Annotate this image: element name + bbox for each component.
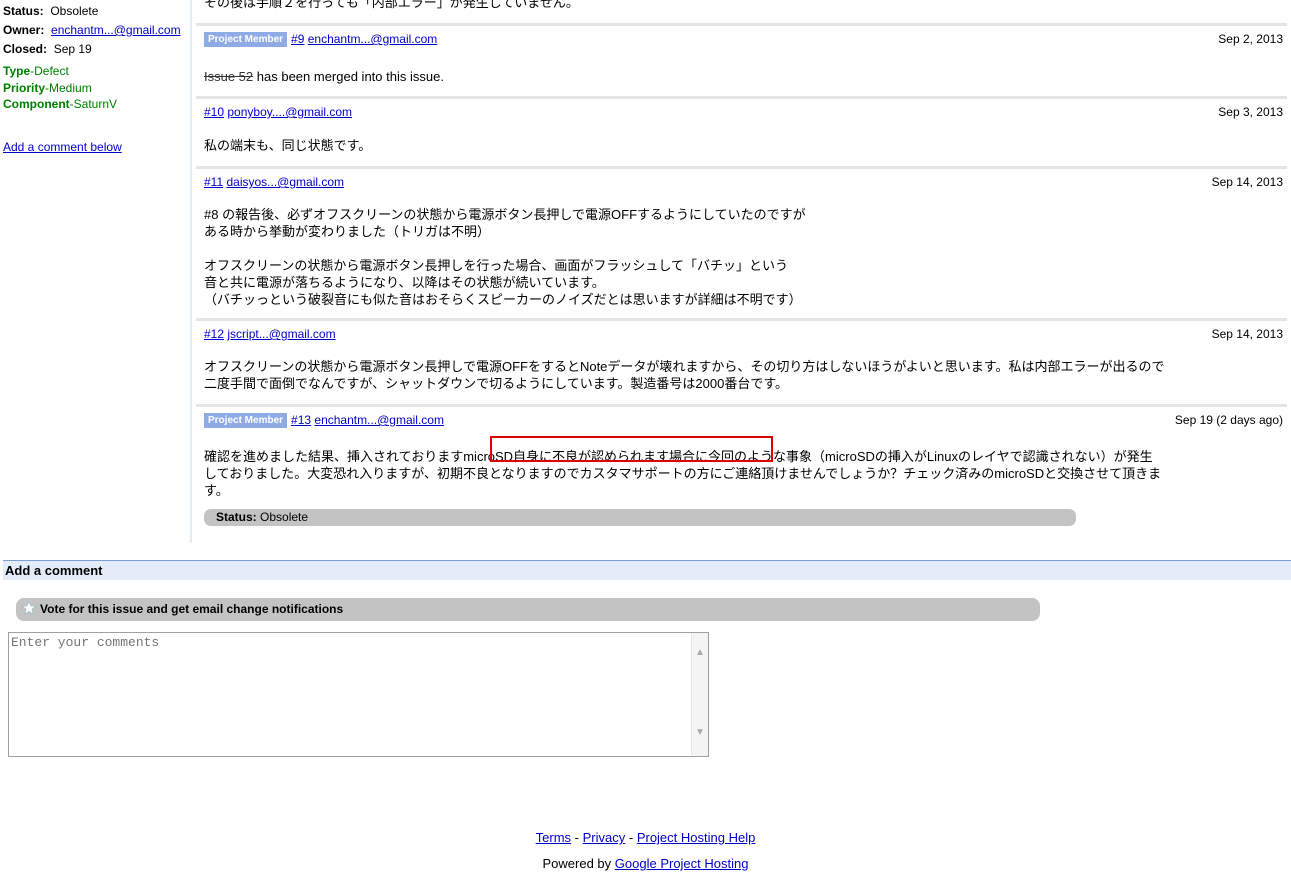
google-project-hosting-link[interactable]: Google Project Hosting bbox=[615, 856, 749, 871]
comment-header: Project Member #13 enchantm...@gmail.com bbox=[204, 413, 444, 428]
comment-date: Sep 14, 2013 bbox=[1211, 327, 1283, 341]
star-icon[interactable] bbox=[21, 600, 37, 615]
comment-header: #12 jscript...@gmail.com bbox=[204, 327, 336, 341]
footer-separator: - bbox=[571, 830, 583, 845]
comment-10: #10 ponyboy....@gmail.com Sep 3, 2013 私の… bbox=[196, 96, 1287, 166]
comment-textarea-box[interactable]: ▲ ▼ bbox=[8, 632, 709, 757]
comment-body: Issue 52 has been merged into this issue… bbox=[204, 68, 444, 85]
vote-bar[interactable]: Vote for this issue and get email change… bbox=[16, 598, 1040, 621]
comment-number-link[interactable]: #12 bbox=[204, 327, 224, 341]
comment-date: Sep 2, 2013 bbox=[1218, 32, 1283, 46]
powered-by-text: Powered by bbox=[542, 856, 615, 871]
priority-label-row[interactable]: Priority-Medium bbox=[3, 80, 92, 96]
comment-blank-line bbox=[204, 240, 806, 257]
footer-separator: - bbox=[625, 830, 637, 845]
comment-date: Sep 19 (2 days ago) bbox=[1174, 413, 1283, 427]
comment-author-link[interactable]: jscript...@gmail.com bbox=[227, 327, 335, 341]
comment-line: 二度手間で面倒でなんですが、シャットダウンで切るようにしています。製造番号は20… bbox=[204, 376, 789, 391]
comment-body: オフスクリーンの状態から電源ボタン長押しで電源OFFをするとNoteデータが壊れ… bbox=[204, 358, 1164, 392]
type-label: Type bbox=[3, 64, 31, 78]
component-value: -SaturnV bbox=[69, 97, 118, 111]
comment-header: #10 ponyboy....@gmail.com bbox=[204, 105, 352, 119]
issue-sidebar: Status: Obsolete Owner: enchantm...@gmai… bbox=[0, 0, 192, 543]
add-comment-header: Add a comment bbox=[3, 560, 1291, 580]
owner-link[interactable]: enchantm...@gmail.com bbox=[51, 23, 181, 37]
scroll-down-icon[interactable]: ▼ bbox=[695, 727, 705, 738]
status-label: Status: bbox=[3, 4, 44, 18]
merged-issue-link[interactable]: Issue 52 bbox=[204, 69, 253, 84]
comment-12: #12 jscript...@gmail.com Sep 14, 2013 オフ… bbox=[196, 318, 1287, 404]
comment-line: #8 の報告後、必ずオフスクリーンの状態から電源ボタン長押しで電源OFFするよう… bbox=[204, 207, 806, 222]
vote-label: Vote for this issue and get email change… bbox=[40, 602, 344, 616]
component-label: Component bbox=[3, 97, 70, 111]
comment-author-link[interactable]: ponyboy....@gmail.com bbox=[227, 105, 352, 119]
owner-label: Owner: bbox=[3, 23, 45, 37]
closed-row: Closed: Sep 19 bbox=[3, 41, 92, 57]
project-member-badge: Project Member bbox=[204, 413, 288, 428]
powered-by: Powered by Google Project Hosting bbox=[0, 856, 1291, 871]
comment-9: Project Member #9 enchantm...@gmail.com S… bbox=[196, 23, 1287, 96]
priority-value: -Medium bbox=[45, 81, 92, 95]
comment-date: Sep 3, 2013 bbox=[1218, 105, 1283, 119]
comment-line: （バチッっという破裂音にも似た音はおそらくスピーカーのノイズだとは思いますが詳細… bbox=[204, 292, 802, 307]
component-label-row[interactable]: Component-SaturnV bbox=[3, 96, 117, 112]
type-label-row[interactable]: Type-Defect bbox=[3, 63, 69, 79]
add-comment-link[interactable]: Add a comment below bbox=[3, 140, 122, 154]
closed-label: Closed: bbox=[3, 42, 48, 56]
type-value: -Defect bbox=[30, 64, 69, 78]
status-value: Obsolete bbox=[50, 4, 99, 18]
comment-number-link[interactable]: #13 bbox=[291, 413, 311, 427]
comment-author-link[interactable]: daisyos...@gmail.com bbox=[226, 175, 344, 189]
terms-link[interactable]: Terms bbox=[536, 830, 571, 845]
status-row: Status: Obsolete bbox=[3, 3, 98, 19]
project-member-badge: Project Member bbox=[204, 32, 288, 47]
comment-body: 私の端末も、同じ状態です。 bbox=[204, 138, 372, 153]
status-change-bar: Status: Obsolete bbox=[204, 509, 1076, 526]
comment-number-link[interactable]: #11 bbox=[204, 175, 223, 189]
comment-textarea[interactable] bbox=[9, 633, 693, 754]
owner-row: Owner: enchantm...@gmail.com bbox=[3, 22, 181, 38]
scroll-up-icon[interactable]: ▲ bbox=[695, 647, 705, 658]
comment-line: オフスクリーンの状態から電源ボタン長押しを行った場合、画面がフラッシュして「バチ… bbox=[204, 258, 788, 273]
comment-author-link[interactable]: enchantm...@gmail.com bbox=[314, 413, 444, 427]
comment-11: #11 daisyos...@gmail.com Sep 14, 2013 #8… bbox=[196, 166, 1287, 318]
comment-header: #11 daisyos...@gmail.com bbox=[204, 175, 344, 189]
priority-label: Priority bbox=[3, 81, 46, 95]
comment-body: #8 の報告後、必ずオフスクリーンの状態から電源ボタン長押しで電源OFFするよう… bbox=[204, 206, 806, 308]
comment-body: 確認を進めました結果、挿入されておりますmicroSD自身に不良が認められます場… bbox=[204, 448, 1161, 499]
comment-header: Project Member #9 enchantm...@gmail.com bbox=[204, 32, 437, 47]
add-comment-link-row: Add a comment below bbox=[3, 139, 122, 155]
comment-number-link[interactable]: #10 bbox=[204, 105, 224, 119]
comment-line: オフスクリーンの状態から電源ボタン長押しで電源OFFをするとNoteデータが壊れ… bbox=[204, 359, 1165, 374]
comment-number-link[interactable]: #9 bbox=[291, 32, 304, 46]
status-change-label: Status: bbox=[216, 510, 257, 524]
comment-line: しておりました。大変恐れ入りますが、初期不良となりますのでカスタマサポートの方に… bbox=[204, 466, 1162, 481]
closed-value: Sep 19 bbox=[53, 42, 92, 56]
comment-line: す。 bbox=[204, 483, 229, 498]
status-change-value: Obsolete bbox=[260, 510, 309, 524]
textarea-scrollbar[interactable]: ▲ ▼ bbox=[691, 633, 708, 756]
comment-date: Sep 14, 2013 bbox=[1211, 175, 1283, 189]
comment-13: Project Member #13 enchantm...@gmail.com … bbox=[196, 404, 1287, 540]
comment-line: 音と共に電源が落ちるようになり、以降はその状態が続いています。 bbox=[204, 275, 605, 290]
comment-body-text: has been merged into this issue. bbox=[253, 69, 444, 84]
comment-author-link[interactable]: enchantm...@gmail.com bbox=[308, 32, 438, 46]
comment-line: 確認を進めました結果、挿入されておりますmicroSD自身に不良が認められます場… bbox=[204, 449, 1153, 464]
privacy-link[interactable]: Privacy bbox=[583, 830, 626, 845]
comment-line: ある時から挙動が変わりました（トリガは不明） bbox=[204, 224, 491, 239]
footer-links: Terms - Privacy - Project Hosting Help bbox=[0, 830, 1291, 845]
help-link[interactable]: Project Hosting Help bbox=[637, 830, 756, 845]
previous-comment-fragment: その後は手順２を行っても「内部エラー」が発生していません。 bbox=[204, 0, 579, 10]
